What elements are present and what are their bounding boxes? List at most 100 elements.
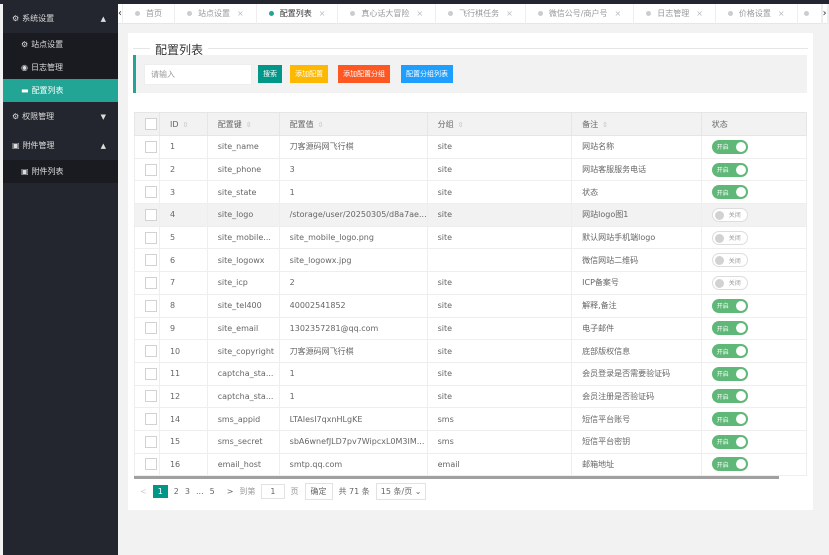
sort-icon[interactable]: ⇳	[318, 121, 324, 129]
goto-confirm-button[interactable]: 确定	[304, 482, 333, 500]
page-1[interactable]: 1	[152, 484, 168, 498]
status-toggle[interactable]: 关闭	[711, 253, 748, 268]
sidebar-group-1[interactable]: ⚙ 权限管理 ▼	[3, 102, 118, 131]
row-checkbox[interactable]	[145, 322, 157, 335]
close-icon[interactable]: ×	[696, 9, 703, 18]
row-checkbox[interactable]	[145, 345, 157, 358]
column-header-2[interactable]: 配置值 ⇳	[278, 112, 428, 136]
status-cell: 开启	[700, 384, 808, 409]
sidebar-group-label: 附件管理	[22, 141, 55, 150]
close-icon[interactable]: ×	[506, 9, 513, 18]
row-checkbox[interactable]	[145, 254, 157, 267]
tab-2[interactable]: 配置列表 ×	[257, 3, 339, 24]
sidebar-item-2-0[interactable]: ▣ 附件列表	[3, 160, 118, 183]
row-checkbox[interactable]	[145, 458, 157, 471]
id-cell: 3	[158, 180, 208, 205]
group-cell: site	[426, 203, 573, 227]
search-button[interactable]: 搜索	[258, 65, 282, 83]
key-cell: captcha_sta...	[206, 384, 280, 409]
status-toggle[interactable]: 关闭	[711, 207, 748, 222]
status-toggle[interactable]: 开启	[711, 344, 748, 359]
value-cell: 1	[278, 180, 428, 205]
horizontal-scrollbar[interactable]	[134, 476, 779, 479]
tab-1[interactable]: 站点设置 ×	[175, 3, 257, 24]
chevron-down-icon: ⌄	[414, 486, 422, 496]
tab-4[interactable]: 飞行棋任务 ×	[436, 3, 526, 24]
group-cell: site	[426, 225, 573, 250]
row-checkbox[interactable]	[145, 435, 157, 448]
status-toggle[interactable]: 开启	[711, 185, 748, 200]
next-page-button[interactable]: >	[227, 487, 234, 496]
remark-cell: 会员注册是否验证码	[571, 384, 702, 409]
status-toggle[interactable]: 开启	[711, 321, 748, 336]
tab-5[interactable]: 微信公号/商户号 ×	[526, 3, 635, 24]
id-cell: 10	[158, 339, 208, 363]
column-header-1[interactable]: 配置键 ⇳	[206, 112, 280, 136]
column-header-3[interactable]: 分组 ⇳	[426, 112, 573, 136]
status-toggle[interactable]: 开启	[711, 434, 748, 449]
tab-label: 配置列表	[279, 9, 312, 18]
status-toggle[interactable]: 开启	[711, 457, 748, 472]
page-size-select[interactable]: 15 条/页 ⌄	[375, 482, 427, 500]
status-toggle[interactable]: 关闭	[711, 275, 748, 290]
row-checkbox[interactable]	[145, 231, 157, 244]
close-icon[interactable]: ×	[615, 9, 622, 18]
sidebar-item-label: 配置列表	[31, 86, 64, 95]
sidebar-item-0-2[interactable]: ▬ 配置列表	[3, 79, 118, 102]
select-all-checkbox[interactable]	[145, 118, 157, 130]
page-3[interactable]: 3	[185, 487, 190, 496]
sort-icon[interactable]: ⇳	[458, 121, 464, 129]
sidebar-item-0-0[interactable]: ⚙ 站点设置	[3, 33, 118, 56]
page-2[interactable]: 2	[174, 487, 179, 496]
row-checkbox[interactable]	[145, 390, 157, 403]
tab-0[interactable]: 首页	[123, 3, 175, 24]
remark-cell: 底部版权信息	[571, 339, 702, 363]
close-icon[interactable]: ×	[778, 9, 785, 18]
page-5[interactable]: 5	[210, 487, 215, 496]
search-input[interactable]: 请输入	[144, 64, 252, 85]
toggle-label: 开启	[716, 461, 729, 469]
column-header-5[interactable]: 状态	[700, 112, 808, 136]
row-checkbox[interactable]	[145, 208, 157, 221]
config-group-list-button[interactable]: 配置分组列表	[401, 65, 453, 83]
sort-icon[interactable]: ⇳	[602, 121, 608, 129]
status-toggle[interactable]: 开启	[711, 162, 748, 177]
status-toggle[interactable]: 开启	[711, 139, 748, 154]
sidebar-item-label: 日志管理	[30, 63, 63, 72]
tab-6[interactable]: 日志管理 ×	[634, 3, 716, 24]
column-header-4[interactable]: 备注 ⇳	[571, 112, 702, 136]
tab-dot-icon	[803, 11, 809, 16]
row-checkbox[interactable]	[145, 163, 157, 176]
row-checkbox[interactable]	[145, 299, 157, 312]
close-icon[interactable]: ×	[319, 9, 326, 18]
sidebar-group-2[interactable]: ▣ 附件管理 ▲	[3, 131, 118, 160]
goto-page-input[interactable]: 1	[261, 483, 285, 499]
add-config-group-button[interactable]: 添加配置分组	[338, 65, 390, 83]
column-header-0[interactable]: ID ⇳	[158, 112, 208, 136]
row-checkbox[interactable]	[145, 140, 157, 153]
status-toggle[interactable]: 开启	[711, 412, 748, 427]
gears-icon: ⚙	[21, 40, 29, 49]
sidebar-group-0[interactable]: ⚙ 系统设置 ▲	[3, 4, 118, 33]
close-icon[interactable]: ×	[237, 9, 244, 18]
status-toggle[interactable]: 开启	[711, 298, 748, 313]
row-checkbox[interactable]	[145, 413, 157, 426]
sort-icon[interactable]: ⇳	[183, 121, 189, 129]
row-checkbox[interactable]	[145, 367, 157, 380]
tab-7[interactable]: 价格设置 ×	[716, 3, 798, 24]
title-divider	[133, 48, 808, 49]
row-checkbox[interactable]	[145, 186, 157, 199]
row-checkbox[interactable]	[145, 276, 157, 289]
close-icon[interactable]: ×	[416, 9, 423, 18]
tab-8[interactable]	[798, 3, 822, 24]
sidebar-item-0-1[interactable]: ◉ 日志管理	[3, 56, 118, 79]
status-toggle[interactable]: 开启	[711, 389, 748, 404]
status-cell: 关闭	[700, 225, 808, 250]
status-toggle[interactable]: 关闭	[711, 230, 748, 245]
toggle-knob	[735, 164, 746, 175]
add-config-button[interactable]: 添加配置	[290, 65, 328, 83]
sort-icon[interactable]: ⇳	[246, 121, 252, 129]
prev-page-button[interactable]: <	[140, 487, 147, 496]
tab-3[interactable]: 真心话大冒险 ×	[338, 3, 437, 24]
status-toggle[interactable]: 开启	[711, 366, 748, 381]
